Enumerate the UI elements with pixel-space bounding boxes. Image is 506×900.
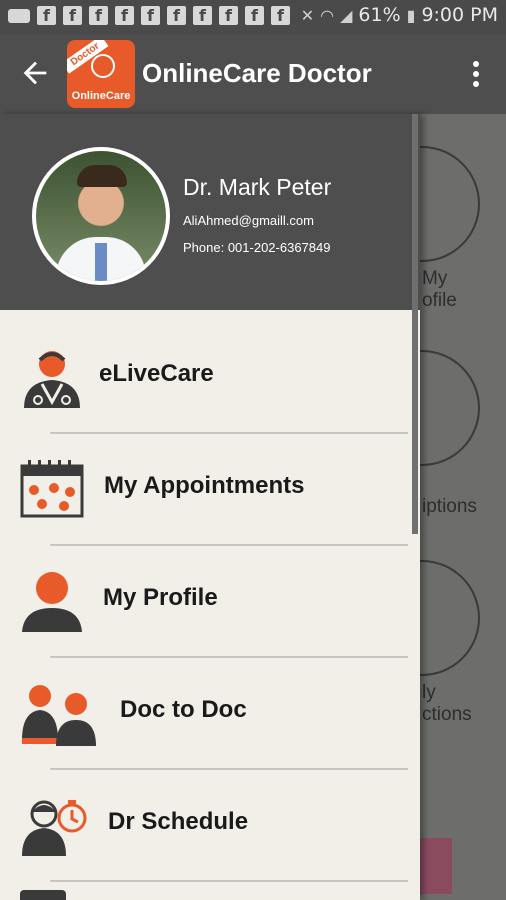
drawer-header: Dr. Mark Peter AliAhmed@gmaill.com Phone… [0,114,420,310]
mute-icon: ✕ [300,5,315,25]
doctors-pair-icon-svg [22,685,96,746]
menu-divider [50,880,408,882]
person-icon-svg [22,572,82,632]
bg-label: iptions [422,496,477,517]
doctor-icon [20,346,84,410]
person-icon [20,570,84,634]
facebook-icon: f [167,6,186,25]
menu-label: eLiveCare [99,360,214,387]
menu-item-elivecare[interactable]: eLiveCare [0,322,420,434]
doctor-clock-icon-svg [22,800,87,856]
avatar[interactable] [32,147,170,285]
battery-icon: ▮ [406,5,416,25]
app-bar: Doctor OnlineCare OnlineCare Doctor [0,34,506,114]
menu-label: My Appointments [104,472,305,499]
doctors-pair-icon [20,682,100,746]
next-menu-icon [20,890,66,900]
bg-label: ctions [422,704,472,725]
clock: 9:00 PM [421,4,498,26]
doctor-email: AliAhmed@gmaill.com [183,213,314,228]
app-title: OnlineCare Doctor [142,58,372,88]
doctor-clock-icon [20,794,90,858]
arrow-left-icon[interactable] [18,56,52,90]
notification-icons: f f f f f f f f f f [8,6,290,25]
more-vert-icon-svg [473,61,479,87]
calendar-icon-svg [20,460,84,518]
menu-label: Doc to Doc [120,696,247,723]
facebook-icon: f [37,6,56,25]
calendar-icon [20,458,84,522]
doctor-name: Dr. Mark Peter [183,174,332,200]
menu-label: Dr Schedule [108,808,249,835]
facebook-icon: f [219,6,238,25]
logo-text: OnlineCare [71,90,131,102]
menu-item-dr-schedule[interactable]: Dr Schedule [0,770,420,882]
menu-item-my-appointments[interactable]: My Appointments [0,434,420,546]
bg-banner [420,838,452,894]
more-vert-icon[interactable] [466,56,486,92]
menu-item-doc-to-doc[interactable]: Doc to Doc [0,658,420,770]
facebook-icon: f [271,6,290,25]
menu-label: My Profile [103,584,218,611]
battery-percent: 61% [358,4,401,26]
app-logo: Doctor OnlineCare [67,40,135,108]
wifi-icon: ◠ [320,5,335,25]
facebook-icon: f [245,6,264,25]
doctor-phone: Phone: 001-202-6367849 [183,240,331,255]
bg-label: ofile [422,290,457,311]
bg-label: ly [422,682,436,703]
doctor-icon [91,54,115,78]
doctor-icon-svg [24,351,80,408]
avatar-hair [77,165,127,187]
signal-icon: ◢ [340,5,353,25]
message-icon [8,8,30,23]
facebook-icon: f [193,6,212,25]
arrow-left-icon-svg [23,61,47,85]
status-bar: f f f f f f f f f f ✕ ◠ ◢ 61% ▮ 9:00 PM [0,0,506,34]
facebook-icon: f [115,6,134,25]
facebook-icon: f [63,6,82,25]
avatar-tie [95,243,107,281]
menu-item-my-profile[interactable]: My Profile [0,546,420,658]
navigation-drawer: Dr. Mark Peter AliAhmed@gmaill.com Phone… [0,114,420,900]
facebook-icon: f [141,6,160,25]
facebook-icon: f [89,6,108,25]
bg-label: My [422,268,448,289]
system-icons: ✕ ◠ ◢ 61% ▮ 9:00 PM [301,4,498,26]
